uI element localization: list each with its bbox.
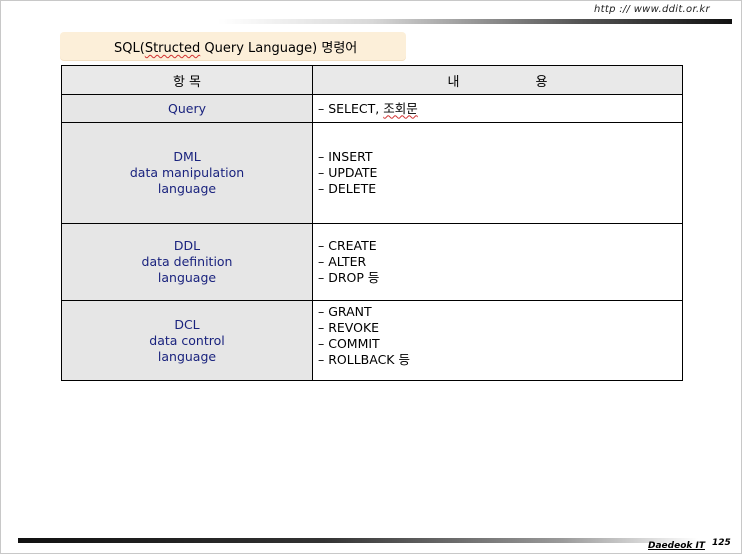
header-item-label: 항 목 [172, 74, 202, 90]
slide-title: SQL(Structed Query Language) 명령어 [114, 37, 357, 56]
content-line: – REVOKE [318, 319, 380, 335]
row-content-ddl: – CREATE – ALTER – DROP 등 [312, 223, 683, 301]
category-line: data control [149, 332, 225, 348]
content-line: – UPDATE [318, 165, 378, 180]
header-content: 내 용 [312, 65, 683, 95]
footer-rule [18, 538, 698, 543]
content-line: – SELECT, 조회문 [318, 100, 418, 116]
content-line: – DELETE [318, 181, 377, 196]
header-content-label: 내 용 [447, 74, 548, 90]
sql-commands-table: 항 목 내 용 Query – SELECT, 조회문 DML data man… [61, 65, 683, 381]
content-line: – CREATE [318, 238, 377, 253]
category-line: DML [173, 149, 201, 164]
category-line: language [157, 270, 217, 285]
row-content-dcl: – GRANT – REVOKE – COMMIT – ROLLBACK 등 [312, 300, 683, 381]
table-row: Query – SELECT, 조회문 [61, 94, 683, 123]
row-category-dml: DML data manipulation language [61, 122, 313, 224]
row-category-dcl: DCL data control language [61, 300, 313, 381]
row-category-query: Query [61, 94, 313, 123]
category-line: language [157, 181, 217, 196]
title-spellcheck-word: Structed [144, 41, 201, 56]
table-row: DML data manipulation language – INSERT … [61, 122, 683, 224]
content-line: – GRANT [318, 303, 372, 319]
category-line: data manipulation [129, 165, 245, 180]
content-line: – DROP 등 [318, 270, 380, 285]
content-line: – INSERT [318, 149, 373, 164]
category-line: Query [168, 100, 206, 116]
title-prefix: SQL( [114, 41, 145, 56]
table-row: DCL data control language – GRANT – REVO… [61, 300, 683, 381]
table-row: DDL data definition language – CREATE – … [61, 223, 683, 301]
table-header-row: 항 목 내 용 [61, 65, 683, 95]
title-suffix: Query Language) 명령어 [200, 41, 358, 56]
content-line: – COMMIT [318, 335, 380, 351]
dcl-content-list: – GRANT – REVOKE – COMMIT – ROLLBACK 등 [318, 304, 682, 368]
site-url: http :// www.ddit.or.kr [594, 4, 710, 15]
header-item: 항 목 [61, 65, 313, 95]
category-line: DDL [173, 238, 201, 253]
category-line: DCL [174, 316, 200, 332]
category-line: data definition [141, 254, 233, 269]
row-content-query: – SELECT, 조회문 [312, 94, 683, 123]
row-content-dml: – INSERT – UPDATE – DELETE [312, 122, 683, 224]
footer-brand: Daedeok IT [648, 541, 705, 551]
row-category-ddl: DDL data definition language [61, 223, 313, 301]
page-number: 125 [712, 538, 731, 548]
header-rule [218, 19, 732, 24]
content-line: – ALTER [318, 254, 367, 269]
slide-title-box: SQL(Structed Query Language) 명령어 [60, 32, 406, 60]
content-line: – ROLLBACK 등 [318, 351, 410, 367]
category-line: language [157, 348, 217, 364]
